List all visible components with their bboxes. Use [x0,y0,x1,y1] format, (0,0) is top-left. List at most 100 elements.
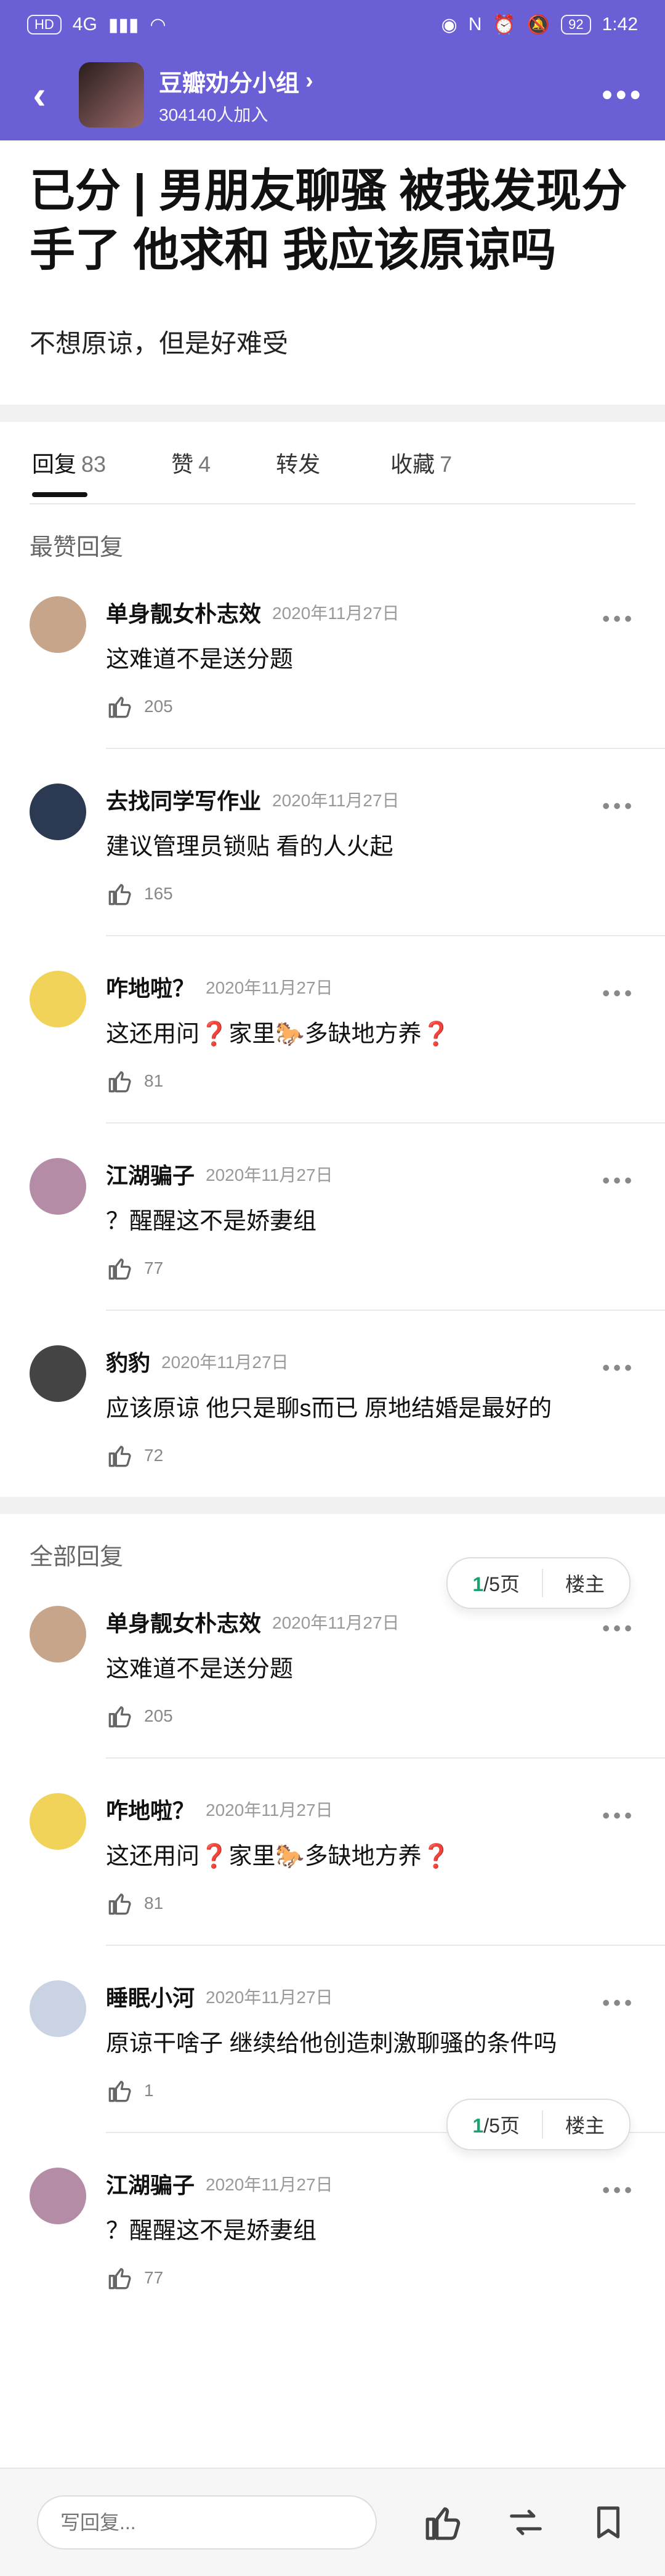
clock: 1:42 [602,14,638,34]
comment-author[interactable]: 单身靓女朴志效 [106,596,261,628]
comment-time: 2020年11月27日 [272,604,400,623]
page-switcher: 1/5页 楼主 [446,2099,631,2150]
comment-time: 2020年11月27日 [206,978,333,997]
reply-input[interactable] [37,2495,377,2550]
all-replies-list: 单身靓女朴志效 2020年11月27日 这难道不是送分题 205 ••• 咋地啦… [0,1571,665,2292]
all-replies-section: 全部回复 1/5页 楼主 单身靓女朴志效 2020年11月27日 这难道不是送分… [0,1514,665,2292]
comment-text: 这难道不是送分题 [106,647,294,673]
avatar[interactable] [30,1158,86,1215]
thumbs-up-icon[interactable] [106,692,134,721]
avatar[interactable] [30,1980,86,2037]
comment-author[interactable]: 咋地啦？ [106,971,195,1003]
reply-bar [0,2468,665,2576]
avatar[interactable] [30,1345,86,1402]
like-row: 77 [106,1254,635,1282]
comment-more-button[interactable]: ••• [602,982,635,1006]
comment-author[interactable]: 去找同学写作业 [106,784,261,816]
thumbs-up-icon[interactable] [106,2076,134,2105]
more-options-button[interactable]: ••• [602,78,644,112]
comment-text: 建议管理员锁贴 看的人火起 [106,834,393,860]
mute-icon: 🔕 [526,14,550,35]
comment-text: 这还用问❓家里🐎多缺地方养❓ [106,1021,451,1047]
repost-icon[interactable] [506,2503,546,2542]
like-row: 72 [106,1441,635,1470]
status-bar: HD 4G ▮▮▮ ◠ ◉ N ⏰ 🔕 92 1:42 [0,0,665,49]
comment-author[interactable]: 咋地啦？ [106,1793,195,1825]
wifi-icon: ◠ [150,14,166,35]
avatar[interactable] [30,2168,86,2224]
comment-author[interactable]: 豹豹 [106,1345,150,1377]
tab-likes[interactable]: 赞4 [171,447,211,479]
group-member-count: 304140人加入 [159,105,268,124]
thumbs-up-icon[interactable] [106,880,134,908]
like-count: 1 [144,2081,154,2100]
top-replies-list: 单身靓女朴志效 2020年11月27日 这难道不是送分题 205 ••• 去找同… [0,562,665,1470]
comment-time: 2020年11月27日 [272,1613,400,1632]
group-header: ‹ 豆瓣劝分小组 › 304140人加入 ••• [0,49,665,140]
like-count: 77 [144,2268,164,2287]
avatar[interactable] [30,784,86,840]
bookmark-icon[interactable] [589,2503,628,2542]
comment-time: 2020年11月27日 [206,1800,333,1820]
like-count: 205 [144,697,173,716]
comment-time: 2020年11月27日 [206,2175,333,2194]
comment-item: 睡眠小河 2020年11月27日 原谅干啥子 继续给他创造刺激聊骚的条件吗 1 … [30,1945,665,2105]
thumbs-up-icon[interactable] [106,1254,134,1282]
comment-more-button[interactable]: ••• [602,795,635,819]
comment-time: 2020年11月27日 [272,791,400,810]
tab-reshares[interactable]: 转发 [276,447,325,479]
comment-author[interactable]: 江湖骗子 [106,2168,195,2200]
comment-author[interactable]: 单身靓女朴志效 [106,1606,261,1638]
like-row: 205 [106,692,635,721]
comment-author[interactable]: 江湖骗子 [106,1158,195,1190]
current-page: 1 [472,2115,484,2137]
back-button[interactable]: ‹ [21,73,58,117]
thumbs-up-icon[interactable] [106,2264,134,2292]
comment-more-button[interactable]: ••• [602,1804,635,1828]
like-count: 77 [144,1258,164,1278]
avatar[interactable] [30,1606,86,1663]
comment-more-button[interactable]: ••• [602,1991,635,2015]
thumbs-up-icon[interactable] [424,2503,463,2542]
avatar[interactable] [30,1793,86,1850]
thumbs-up-icon[interactable] [106,1441,134,1470]
comment-more-button[interactable]: ••• [602,2179,635,2203]
only-owner-toggle[interactable]: 楼主 [541,2110,605,2139]
avatar[interactable] [30,971,86,1027]
like-row: 81 [106,1889,635,1918]
hd-indicator: HD [27,15,62,34]
status-left: HD 4G ▮▮▮ ◠ [27,14,166,36]
thumbs-up-icon[interactable] [106,1067,134,1095]
tab-collections[interactable]: 收藏 7 [390,447,452,479]
comment-text: ？醒醒这不是娇妻组 [106,1209,317,1234]
comment-author[interactable]: 睡眠小河 [106,1980,195,2012]
group-name[interactable]: 豆瓣劝分小组 [159,64,299,98]
thumbs-up-icon[interactable] [106,1889,134,1918]
comment-item: 豹豹 2020年11月27日 应该原谅 他只是聊s而已 原地结婚是最好的 72 … [30,1310,665,1470]
like-count: 165 [144,884,173,903]
comment-more-button[interactable]: ••• [602,607,635,631]
tab-collections-count: 7 [440,452,453,477]
comment-text: 应该原谅 他只是聊s而已 原地结婚是最好的 [106,1396,552,1422]
comment-text: 这还用问❓家里🐎多缺地方养❓ [106,1844,451,1869]
signal-bars-icon: ▮▮▮ [108,14,139,35]
tab-replies[interactable]: 回复 83 [32,447,106,497]
battery-indicator: 92 [561,15,591,34]
tab-replies-label: 回复 [32,452,77,477]
thumbs-up-icon[interactable] [106,1702,134,1730]
comment-text: ？醒醒这不是娇妻组 [106,2218,317,2244]
nfc-icon: N [468,14,482,34]
comment-item: 单身靓女朴志效 2020年11月27日 这难道不是送分题 205 ••• [0,562,665,721]
post-title: 已分 | 男朋友聊骚 被我发现分手了 他求和 我应该原谅吗 [30,165,627,275]
tab-likes-count: 4 [198,452,211,477]
comment-more-button[interactable]: ••• [602,1356,635,1380]
page-indicator[interactable]: 1/5页 [472,2110,520,2139]
comment-item: 江湖骗子 2020年11月27日 ？醒醒这不是娇妻组 77 ••• [30,1122,665,1282]
comment-item: 江湖骗子 2020年11月27日 ？醒醒这不是娇妻组 77 ••• [30,2132,665,2292]
comment-item: 咋地啦？ 2020年11月27日 这还用问❓家里🐎多缺地方养❓ 81 ••• [30,1757,665,1918]
group-info[interactable]: 豆瓣劝分小组 › 304140人加入 [159,64,602,126]
comment-more-button[interactable]: ••• [602,1617,635,1641]
avatar[interactable] [30,596,86,653]
group-avatar[interactable] [79,62,144,128]
comment-more-button[interactable]: ••• [602,1169,635,1193]
